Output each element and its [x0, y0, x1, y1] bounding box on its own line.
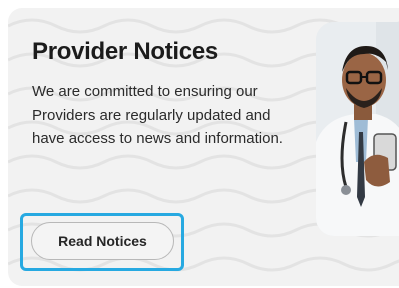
card-description: We are committed to ensuring our Provide… — [32, 83, 283, 147]
read-notices-button[interactable]: Read Notices — [31, 222, 174, 260]
doctor-photo — [316, 22, 399, 236]
card-title: Provider Notices — [32, 38, 218, 65]
